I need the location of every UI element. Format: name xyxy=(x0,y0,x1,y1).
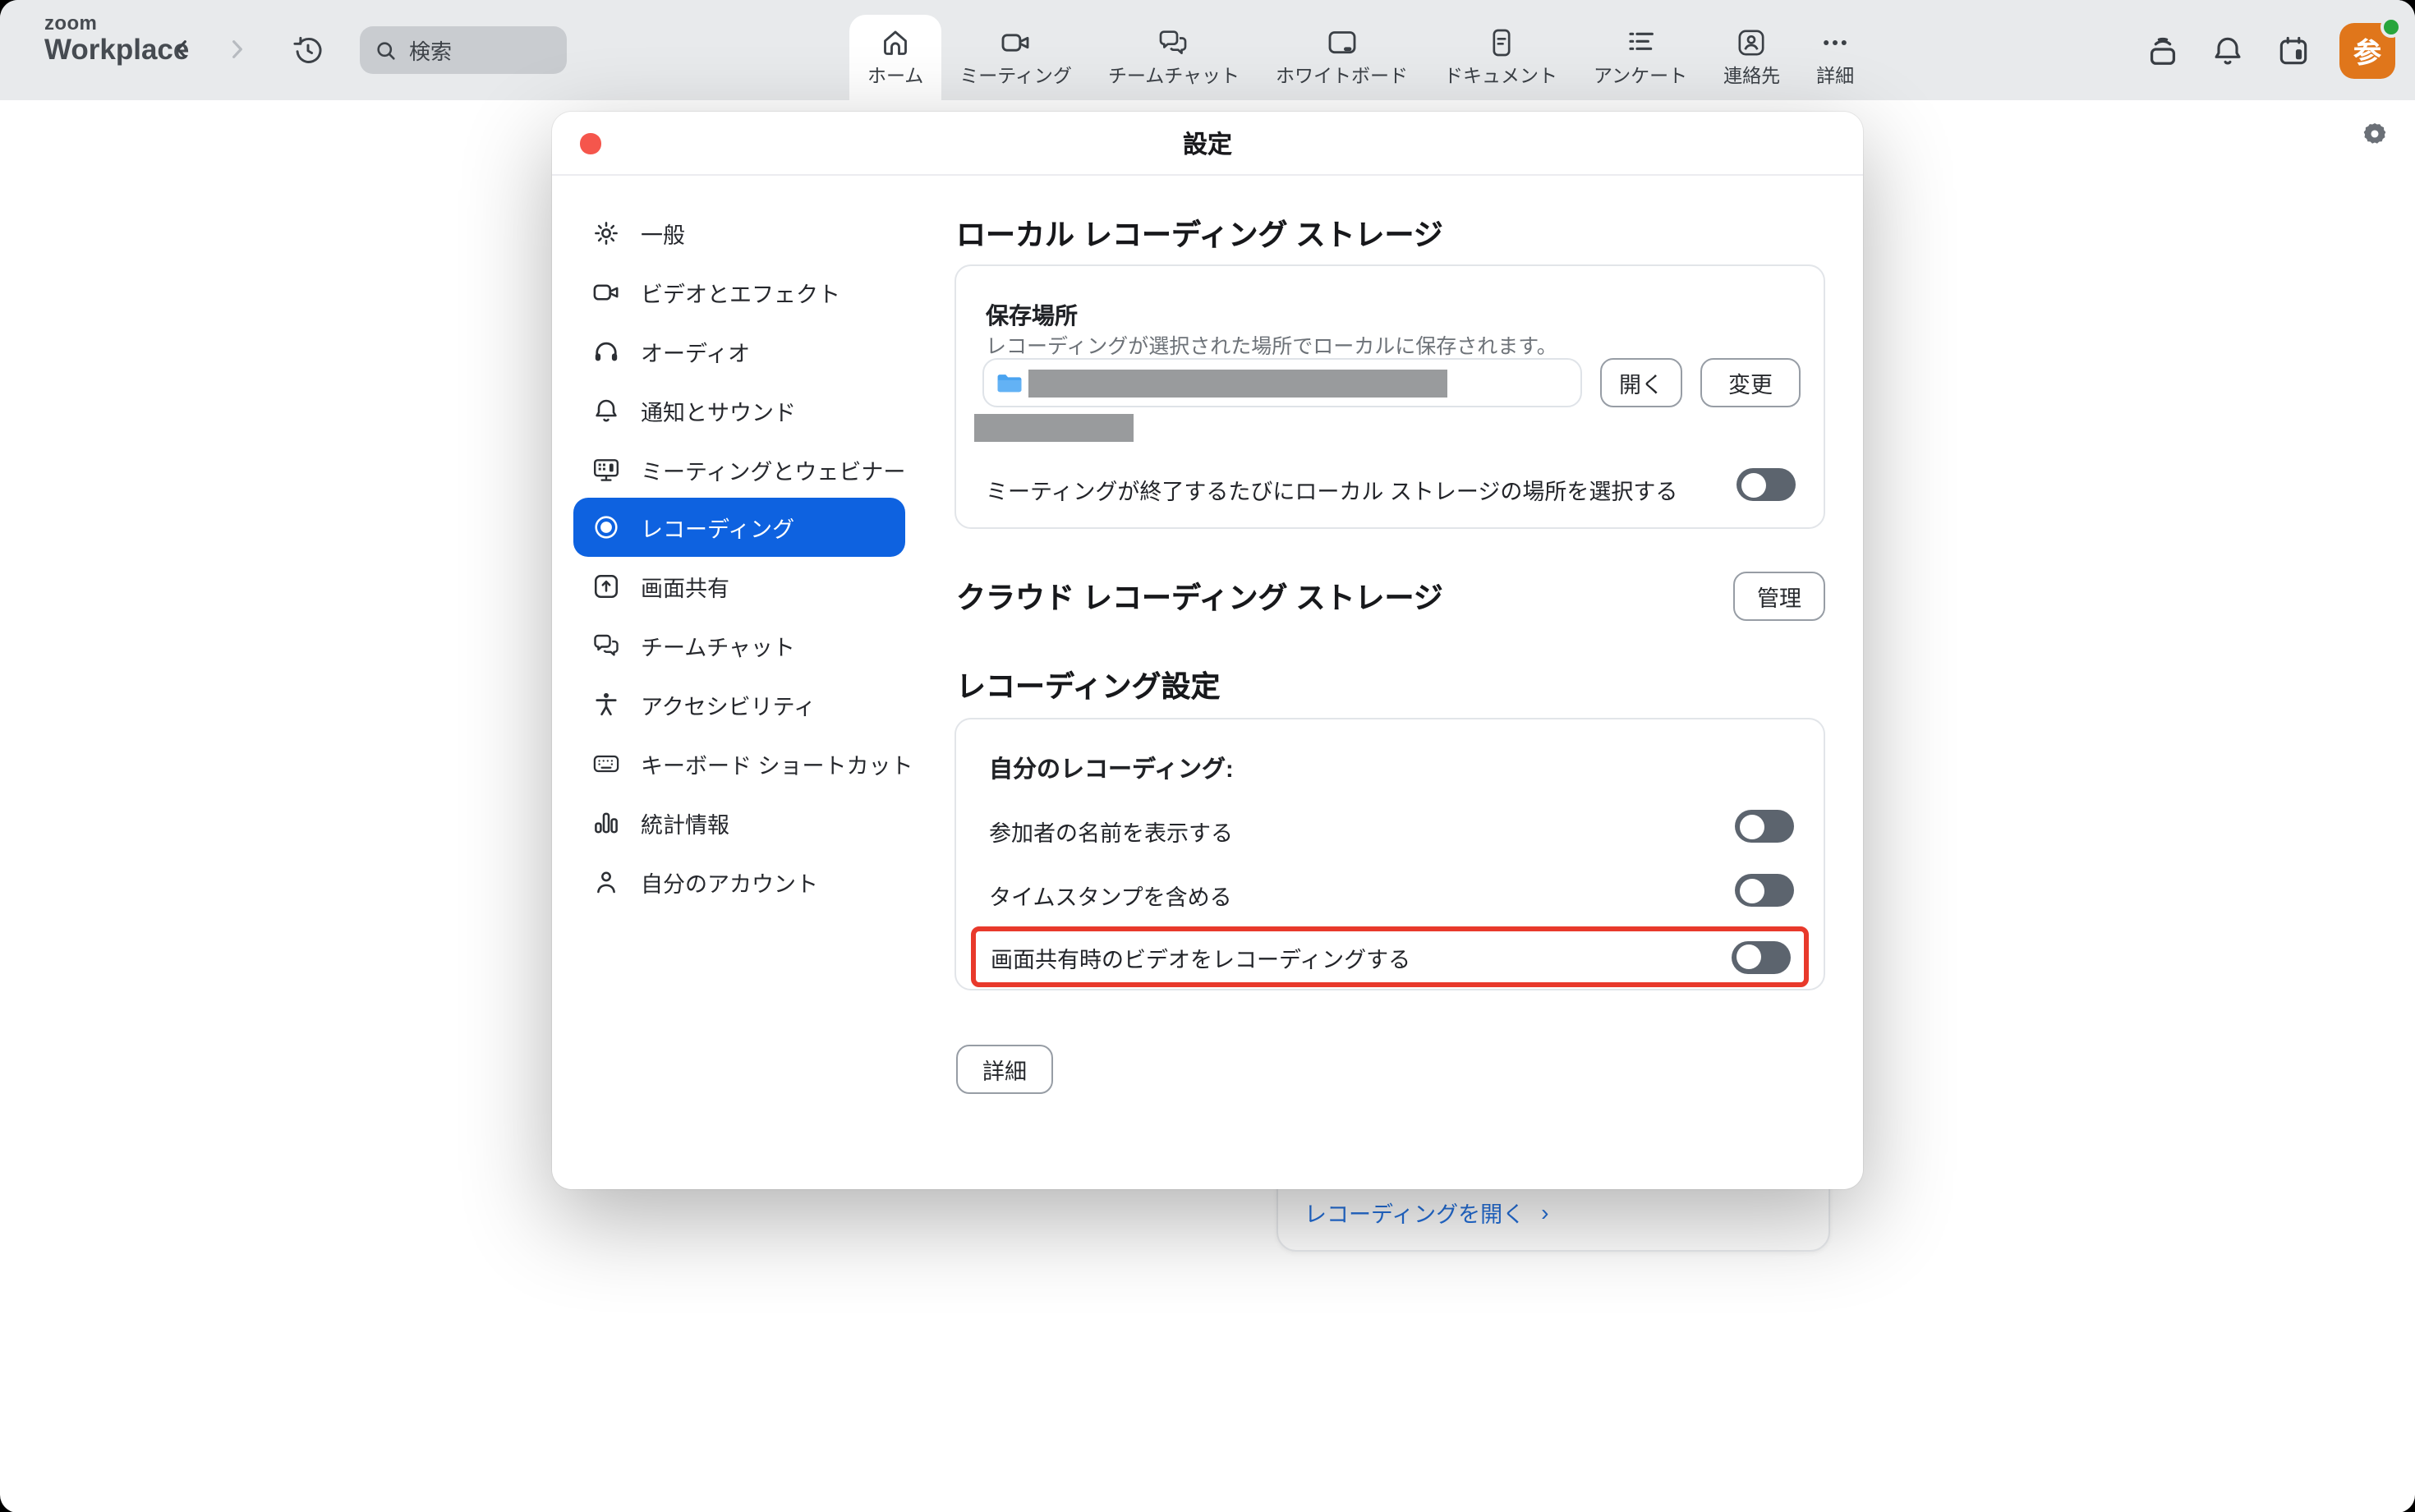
forward-button[interactable] xyxy=(217,30,256,69)
search-icon xyxy=(375,39,398,62)
keyboard-icon xyxy=(591,749,621,779)
video-camera-icon xyxy=(1000,26,1033,59)
save-location-description: レコーディングが選択された場所でローカルに保存されます。 xyxy=(986,329,1557,360)
person-icon xyxy=(591,866,621,896)
choose-location-toggle[interactable] xyxy=(1736,468,1796,501)
my-recordings-card: 自分のレコーディング: 参加者の名前を表示する タイムスタンプを含める 画面共有… xyxy=(954,718,1825,990)
folder-icon xyxy=(996,369,1024,397)
recording-settings-panel: ローカル レコーディング ストレージ 保存場所 レコーディングが選択された場所で… xyxy=(956,176,1825,1189)
calendar-button[interactable] xyxy=(2274,30,2313,70)
topbar-right-icons: 参 xyxy=(2142,0,2395,100)
recording-settings-heading: レコーディング設定 xyxy=(956,664,1221,706)
record-video-during-screen-share-label: 画面共有時のビデオをレコーディングする xyxy=(991,940,1410,973)
whiteboard-icon xyxy=(1326,26,1359,59)
avatar-initial: 参 xyxy=(2353,30,2381,71)
tab-more[interactable]: 詳細 xyxy=(1798,15,1872,100)
top-bar: zoom Workplace 検索 ホーム ミーティング xyxy=(0,0,2415,100)
chat-bubbles-icon xyxy=(1157,26,1190,59)
sidebar-item-team-chat[interactable]: チームチャット xyxy=(573,616,905,675)
video-camera-icon xyxy=(591,278,621,307)
tab-docs[interactable]: ドキュメント xyxy=(1426,15,1576,100)
poll-list-icon xyxy=(1624,26,1657,59)
save-location-label: 保存場所 xyxy=(986,299,1078,332)
avatar[interactable]: 参 xyxy=(2339,22,2395,78)
chat-bubbles-icon xyxy=(591,631,621,660)
dialog-title: 設定 xyxy=(1183,126,1232,160)
sidebar-item-audio[interactable]: オーディオ xyxy=(573,322,905,381)
home-icon xyxy=(879,26,912,59)
page-settings-gear-button[interactable] xyxy=(2361,120,2389,156)
show-participant-names-toggle[interactable] xyxy=(1735,810,1794,843)
bar-chart-icon xyxy=(591,808,621,838)
open-button[interactable]: 開く xyxy=(1600,358,1682,407)
chevron-right-icon xyxy=(223,36,250,62)
sidebar-item-meetings-webinars[interactable]: ミーティングとウェビナー xyxy=(573,439,905,499)
sidebar-item-keyboard-shortcuts[interactable]: キーボード ショートカット xyxy=(573,734,905,793)
settings-dialog: 設定 一般 ビデオとエフェクト オーディオ 通知とサウンド ミーティング xyxy=(552,112,1863,1189)
history-clock-icon xyxy=(290,32,324,67)
close-button[interactable] xyxy=(580,133,600,154)
highlight-annotation-box: 画面共有時のビデオをレコーディングする xyxy=(971,926,1809,987)
notifications-button[interactable] xyxy=(2208,30,2247,70)
sidebar-item-recording[interactable]: レコーディング xyxy=(573,499,905,558)
change-button[interactable]: 変更 xyxy=(1700,358,1801,407)
bell-icon xyxy=(591,395,621,425)
sidebar-item-screen-share[interactable]: 画面共有 xyxy=(573,558,905,617)
manage-button[interactable]: 管理 xyxy=(1733,572,1825,621)
search-input[interactable]: 検索 xyxy=(360,26,567,74)
presence-online-dot xyxy=(2380,16,2402,37)
include-timestamp-label: タイムスタンプを含める xyxy=(989,879,1232,912)
device-cast-icon xyxy=(2143,31,2181,69)
sidebar-item-accessibility[interactable]: アクセシビリティ xyxy=(573,675,905,734)
ellipsis-icon xyxy=(1819,26,1852,59)
back-button[interactable] xyxy=(163,30,202,69)
monitor-grid-icon xyxy=(591,454,621,484)
choose-location-each-meeting-label: ミーティングが終了するたびにローカル ストレージの場所を選択する xyxy=(986,473,1677,506)
details-button[interactable]: 詳細 xyxy=(956,1045,1053,1094)
contact-card-icon xyxy=(1736,26,1769,59)
my-recordings-label: 自分のレコーディング: xyxy=(989,751,1234,785)
tab-surveys[interactable]: アンケート xyxy=(1576,15,1705,100)
record-video-during-screen-share-toggle[interactable] xyxy=(1732,940,1791,973)
tab-meetings[interactable]: ミーティング xyxy=(941,15,1090,100)
gear-icon xyxy=(2361,120,2389,148)
sidebar-item-video-effects[interactable]: ビデオとエフェクト xyxy=(573,263,905,322)
sidebar-item-notifications[interactable]: 通知とサウンド xyxy=(573,380,905,439)
screen: zoom Workplace 検索 ホーム ミーティング xyxy=(0,0,2415,1512)
redacted-info-bar xyxy=(974,414,1134,441)
recording-path-field[interactable] xyxy=(982,358,1582,407)
headphones-icon xyxy=(591,336,621,365)
calendar-icon xyxy=(2275,32,2312,68)
record-circle-icon xyxy=(591,513,621,543)
sidebar-item-my-account[interactable]: 自分のアカウント xyxy=(573,853,905,912)
show-participant-names-label: 参加者の名前を表示する xyxy=(989,815,1233,848)
chevron-right-icon: › xyxy=(1541,1199,1548,1225)
document-icon xyxy=(1484,26,1517,59)
zoom-workplace-window: zoom Workplace 検索 ホーム ミーティング xyxy=(0,0,2415,1512)
dialog-header: 設定 xyxy=(552,112,1863,176)
bell-icon xyxy=(2210,32,2246,68)
tab-home[interactable]: ホーム xyxy=(849,15,941,100)
accessibility-person-icon xyxy=(591,690,621,719)
sidebar-item-general[interactable]: 一般 xyxy=(573,204,905,263)
sidebar-item-statistics[interactable]: 統計情報 xyxy=(573,793,905,853)
chevron-left-icon xyxy=(169,36,196,62)
tab-contacts[interactable]: 連絡先 xyxy=(1705,15,1798,100)
include-timestamp-toggle[interactable] xyxy=(1735,874,1794,907)
history-button[interactable] xyxy=(288,30,327,69)
local-storage-heading: ローカル レコーディング ストレージ xyxy=(956,212,1443,255)
search-placeholder: 検索 xyxy=(409,34,452,66)
open-recordings-link[interactable]: レコーディングを開く › xyxy=(1304,1196,1548,1229)
connect-device-button[interactable] xyxy=(2142,30,2182,70)
main-tabs: ホーム ミーティング チームチャット ホワイトボード ドキュメント アンケート xyxy=(849,0,1872,100)
tab-team-chat[interactable]: チームチャット xyxy=(1090,15,1258,100)
local-storage-card: 保存場所 レコーディングが選択された場所でローカルに保存されます。 開く 変更 … xyxy=(954,264,1825,529)
redacted-path-bar xyxy=(1028,369,1447,397)
share-screen-icon xyxy=(591,572,621,602)
gear-icon xyxy=(591,218,621,248)
cloud-storage-heading: クラウド レコーディング ストレージ xyxy=(956,575,1443,618)
tab-whiteboard[interactable]: ホワイトボード xyxy=(1258,15,1426,100)
settings-sidebar: 一般 ビデオとエフェクト オーディオ 通知とサウンド ミーティングとウェビナー … xyxy=(573,204,905,911)
